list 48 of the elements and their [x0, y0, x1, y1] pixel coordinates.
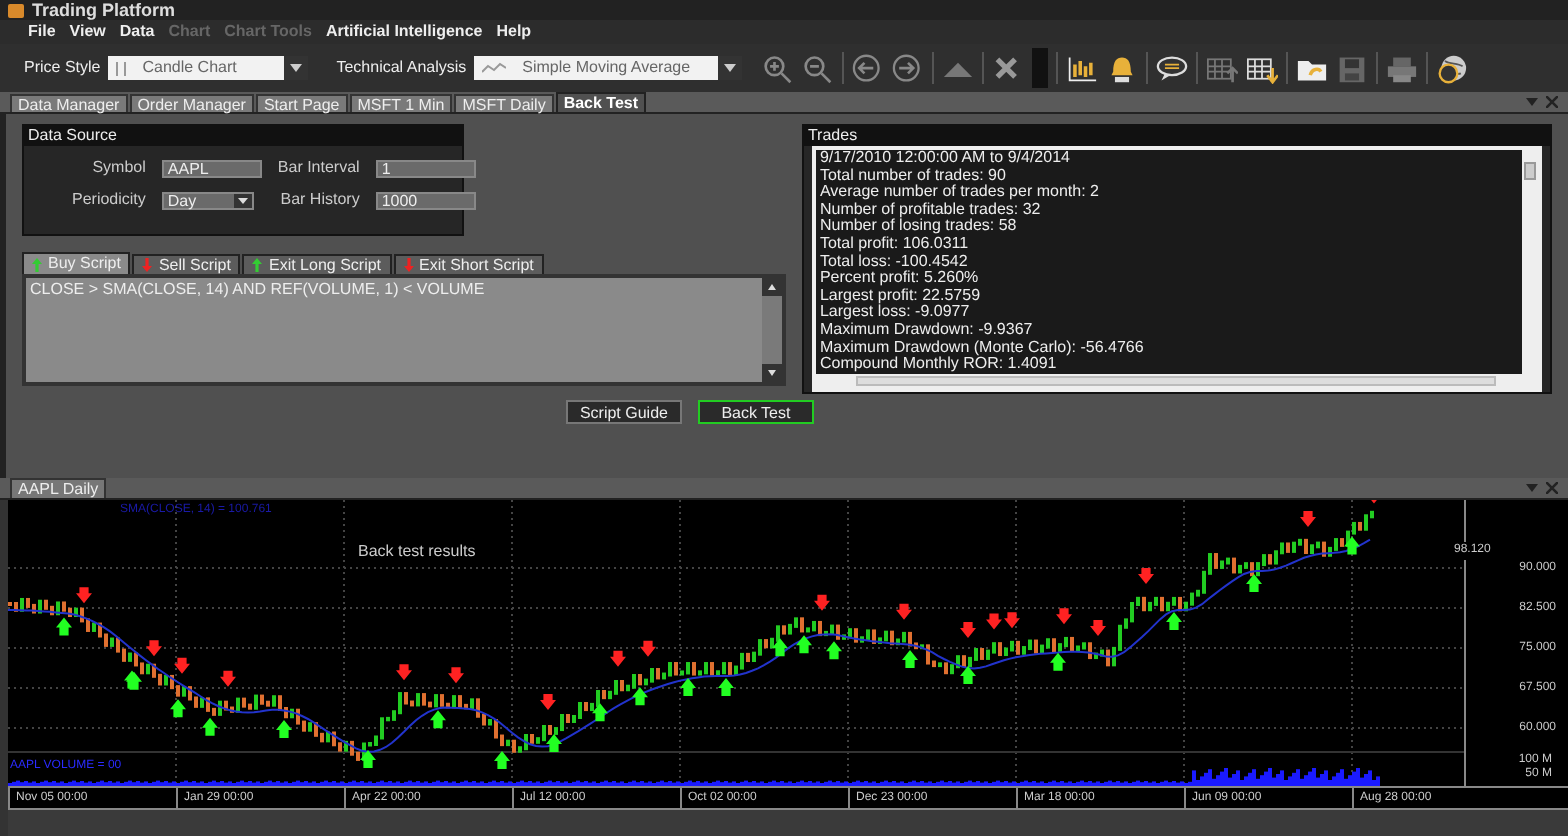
trade-stat: Number of profitable trades: 32 [819, 201, 1043, 218]
action-button[interactable]: Back Test [697, 400, 814, 424]
field-label: Bar History [278, 188, 360, 212]
document-tab[interactable]: Back Test [555, 92, 647, 112]
trade-stat: Average number of trades per month: 2 [819, 184, 1101, 202]
menu-item[interactable]: View [69, 20, 106, 44]
panel-title: Trades [803, 126, 1550, 146]
menu-item[interactable]: Artificial Intelligence [325, 20, 483, 44]
trade-stat: Largest profit: 22.5759 [819, 287, 983, 304]
field-label: Symbol [90, 156, 146, 180]
chart-tab[interactable]: AAPL Daily [10, 478, 107, 498]
trade-stat: Total loss: -100.4542 [819, 253, 970, 270]
script-tab[interactable]: Exit Long Script [242, 254, 392, 274]
trade-stat: Total number of trades: 90 [819, 167, 1008, 184]
input-field[interactable]: AAPL [161, 159, 262, 177]
field-label: Bar Interval [277, 156, 360, 180]
trade-stat: Total profit: 106.0311 [819, 235, 971, 254]
script-editor[interactable]: CLOSE > SMA(CLOSE, 14) AND REF(VOLUME, 1) < VOLUME [22, 274, 786, 386]
document-tab[interactable]: Start Page [255, 94, 348, 112]
script-tab[interactable]: Sell Script [132, 254, 241, 274]
menu-item[interactable]: Help [496, 20, 532, 44]
technical-analysis-label: Technical Analysis [336, 56, 467, 80]
trade-stat: Number of losing trades: 58 [819, 218, 1019, 236]
script-tab[interactable]: Exit Short Script [393, 254, 544, 274]
trade-stat: Maximum Drawdown (Monte Carlo): -56.4766 [819, 339, 1146, 356]
chart-annotation: Back test results [358, 540, 476, 564]
script-tab[interactable]: Buy Script [22, 252, 131, 274]
document-tab[interactable]: MSFT 1 Min [349, 94, 453, 112]
trade-stat: 9/17/2010 12:00:00 AM to 9/4/2014 [819, 150, 1072, 168]
trade-stat: Largest loss: -9.0977 [819, 304, 972, 322]
price-style-dropdown[interactable]: Candle Chart [108, 56, 309, 80]
trade-stat: Percent profit: 5.260% [819, 270, 981, 288]
menu-item[interactable]: File [28, 20, 56, 44]
document-tab[interactable]: MSFT Daily [454, 94, 554, 112]
trade-stat: Maximum Drawdown: -9.9367 [819, 321, 1035, 340]
input-field[interactable]: 1 [375, 159, 476, 177]
technical-analysis-dropdown[interactable]: Simple Moving Average [474, 56, 743, 80]
window-title: Trading Platform [32, 1, 176, 19]
field-label: Periodicity [72, 188, 146, 212]
document-tab[interactable]: Data Manager [10, 94, 128, 112]
document-tab[interactable]: Order Manager [129, 94, 254, 112]
menu-item[interactable]: Data [119, 20, 155, 44]
panel-title: Data Source [24, 126, 462, 146]
periodicity-dropdown[interactable]: Day [161, 191, 254, 209]
action-button[interactable]: Script Guide [565, 400, 682, 424]
input-field[interactable]: 1000 [375, 191, 476, 209]
price-style-label: Price Style [24, 56, 101, 80]
trade-stat: Compound Monthly ROR: 1.4091 [819, 356, 1057, 374]
